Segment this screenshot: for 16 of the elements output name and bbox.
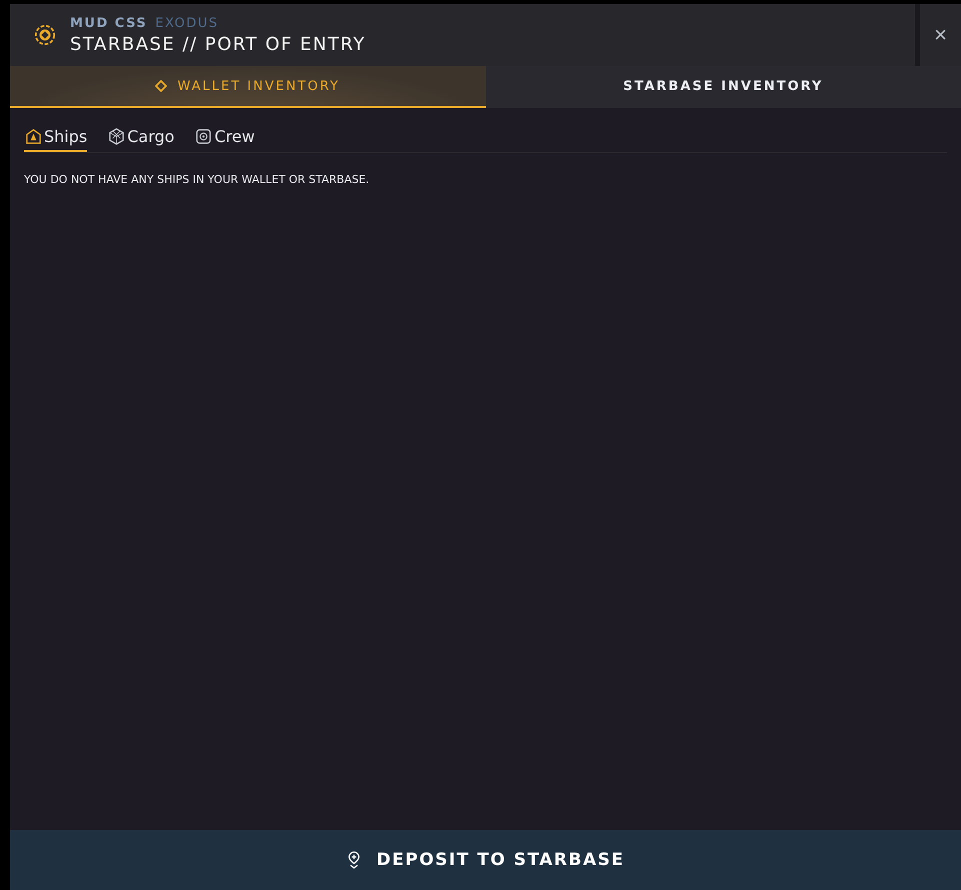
category-tab[interactable]: Ships: [24, 127, 88, 152]
badge-icon: [194, 127, 214, 146]
window-title: STARBASE // PORT OF ENTRY: [70, 34, 367, 54]
ship-icon: [24, 127, 43, 146]
emblem-icon: [34, 24, 56, 46]
inventory-tab[interactable]: WALLET INVENTORY: [10, 66, 486, 108]
game-name: MUD CSS: [70, 16, 148, 30]
cube-icon: [107, 127, 126, 146]
empty-message: YOU DO NOT HAVE ANY SHIPS IN YOUR WALLET OR STARBASE.: [24, 173, 370, 186]
diamond-icon: [155, 80, 168, 92]
faction-name: EXODUS: [155, 16, 219, 30]
inventory-tab[interactable]: STARBASE INVENTORY: [486, 66, 961, 108]
deposit-button[interactable]: DEPOSIT TO STARBASE: [10, 830, 961, 890]
category-tab[interactable]: Cargo: [107, 127, 174, 152]
location-pin-icon: [346, 851, 361, 869]
category-tab[interactable]: Crew: [194, 127, 255, 152]
